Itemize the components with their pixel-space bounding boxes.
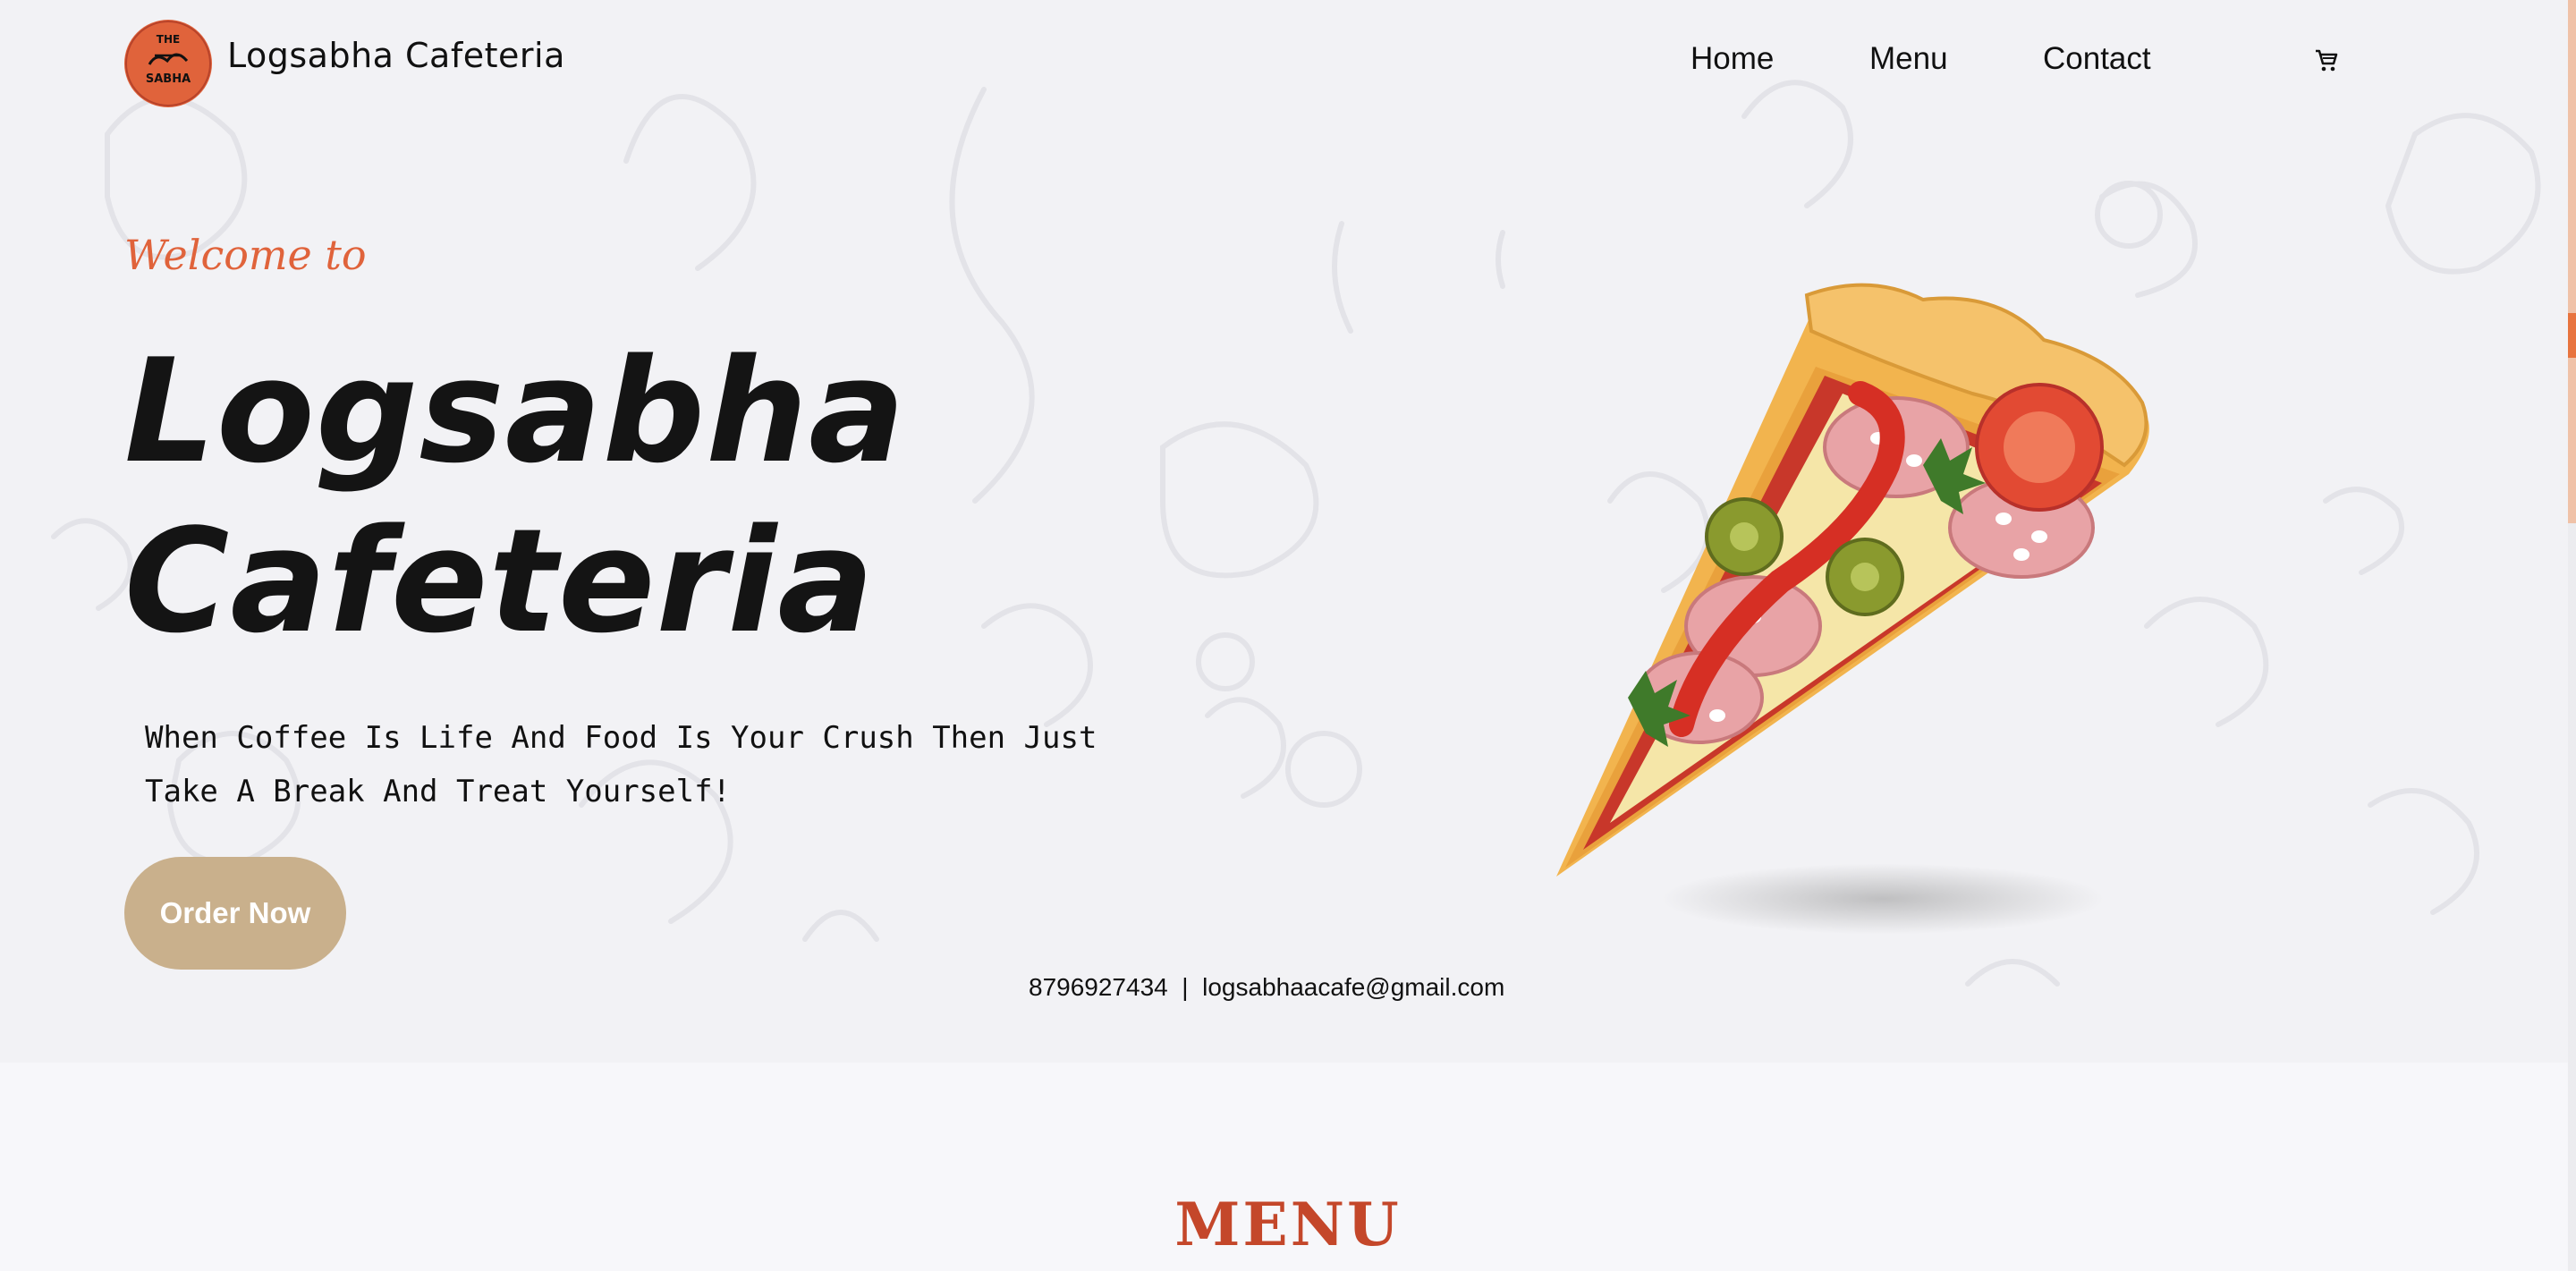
- order-now-button[interactable]: Order Now: [124, 857, 346, 970]
- hero-title: Logsabha Cafeteria: [124, 326, 906, 666]
- logo[interactable]: THE SABHA: [124, 20, 212, 107]
- hero-tagline: When Coffee Is Life And Food Is Your Cru…: [145, 720, 1097, 809]
- menu-heading: MENU: [1174, 1190, 1402, 1259]
- nav-contact[interactable]: Contact: [2043, 41, 2151, 77]
- hero-title-line2: Cafeteria: [124, 497, 876, 665]
- nav-home[interactable]: Home: [1690, 41, 1774, 77]
- contact-info: 8796927434 | logsabhaacafe@gmail.com: [1029, 973, 1504, 1002]
- hero-title-line1: Logsabha: [124, 327, 907, 495]
- cart-icon[interactable]: [2313, 47, 2340, 73]
- hero-section: THE SABHA Logsabha Cafeteria Home Menu C…: [0, 0, 2576, 1063]
- brand-name[interactable]: Logsabha Cafeteria: [227, 36, 565, 75]
- contact-separator: |: [1182, 973, 1189, 1001]
- svg-text:SABHA: SABHA: [146, 72, 191, 86]
- logo-emblem: THE SABHA: [125, 21, 211, 106]
- welcome-text: Welcome to: [124, 231, 367, 279]
- svg-text:THE: THE: [157, 33, 180, 46]
- nav-menu[interactable]: Menu: [1869, 41, 1948, 77]
- email-address[interactable]: logsabhaacafe@gmail.com: [1202, 973, 1504, 1001]
- scrollbar-thumb[interactable]: [2568, 0, 2576, 523]
- phone-number[interactable]: 8796927434: [1029, 973, 1168, 1001]
- scroll-progress-indicator: [2568, 313, 2576, 358]
- pizza-slice-image: [1556, 283, 2149, 877]
